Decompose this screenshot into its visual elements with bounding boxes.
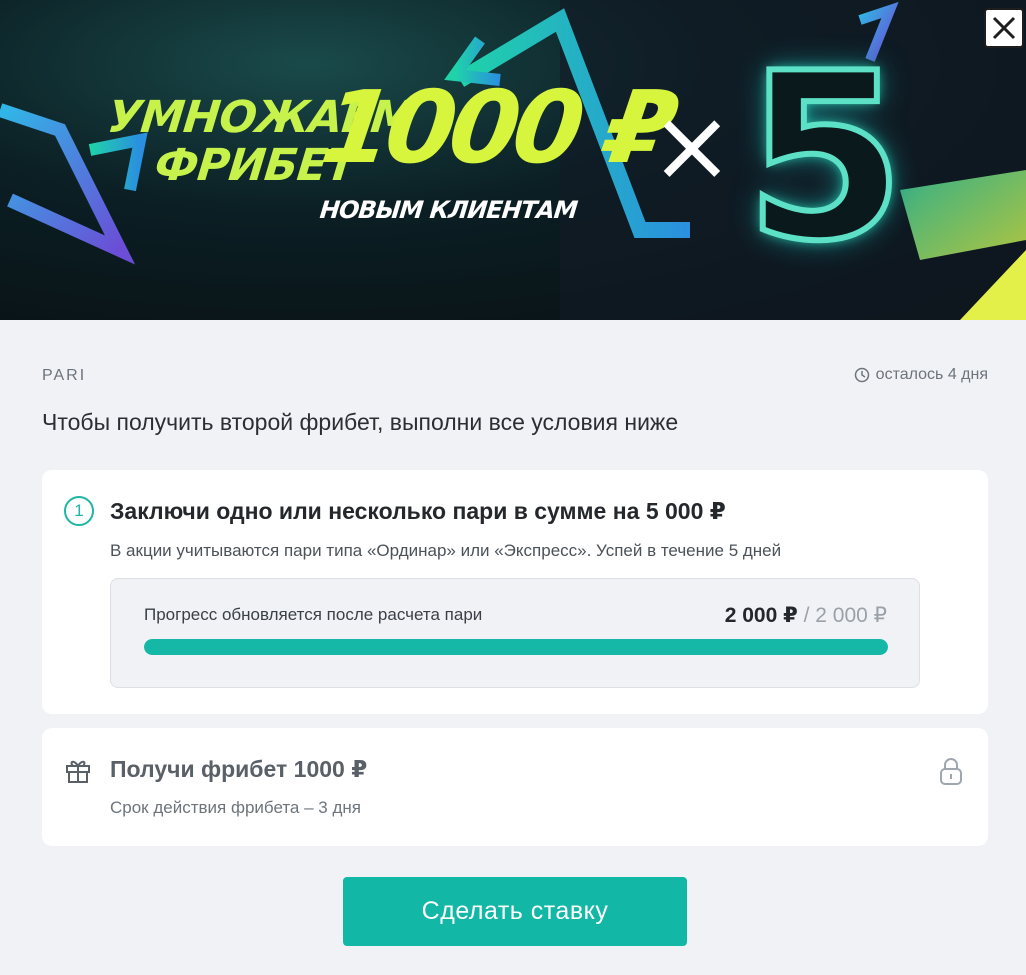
- brand-label: PARI: [42, 367, 87, 384]
- step-number: 1: [64, 496, 94, 526]
- reward-title: Получи фрибет 1000 ₽: [110, 756, 368, 782]
- time-remaining-text: осталось 4 дня: [875, 366, 988, 383]
- reward-description: Срок действия фрибета – 3 дня: [110, 798, 361, 817]
- step-description: В акции учитываются пари типа «Ординар» …: [110, 541, 782, 560]
- close-icon: [992, 16, 1016, 40]
- promo-subtitle: НОВЫМ КЛИЕНТАМ: [318, 196, 579, 224]
- place-bet-button[interactable]: Сделать ставку: [343, 877, 687, 946]
- condition-card: 1 Заключи одно или несколько пари в сумм…: [42, 470, 988, 714]
- progress-current: 2 000 ₽: [724, 604, 798, 627]
- progress-bar-fill: [144, 639, 888, 655]
- promo-amount: 1000 ₽: [314, 69, 679, 186]
- step-title: Заключи одно или несколько пари в сумме …: [110, 498, 726, 524]
- progress-bar: [144, 639, 888, 655]
- reward-card: Получи фрибет 1000 ₽ Срок действия фрибе…: [42, 728, 988, 846]
- gift-icon: [66, 760, 90, 783]
- progress-total: 2 000 ₽: [815, 604, 887, 627]
- time-remaining: осталось 4 дня: [854, 366, 988, 384]
- promo-banner: УМНОЖАЕМ ФРИБЕТ 1000 ₽ НОВЫМ КЛИЕНТАМ × …: [0, 0, 1026, 320]
- progress-amount: 2 000 ₽ / 2 000 ₽: [725, 603, 887, 628]
- multiply-sign: ×: [650, 87, 734, 204]
- promo-multiplier: 5: [742, 25, 908, 292]
- clock-icon: [854, 367, 869, 383]
- progress-panel: Прогресс обновляется после расчета пари …: [110, 578, 920, 688]
- page-headline: Чтобы получить второй фрибет, выполни вс…: [42, 409, 679, 435]
- progress-separator: /: [797, 604, 816, 627]
- progress-note: Прогресс обновляется после расчета пари: [144, 605, 483, 624]
- lock-icon: [940, 758, 962, 785]
- close-button[interactable]: [984, 8, 1024, 48]
